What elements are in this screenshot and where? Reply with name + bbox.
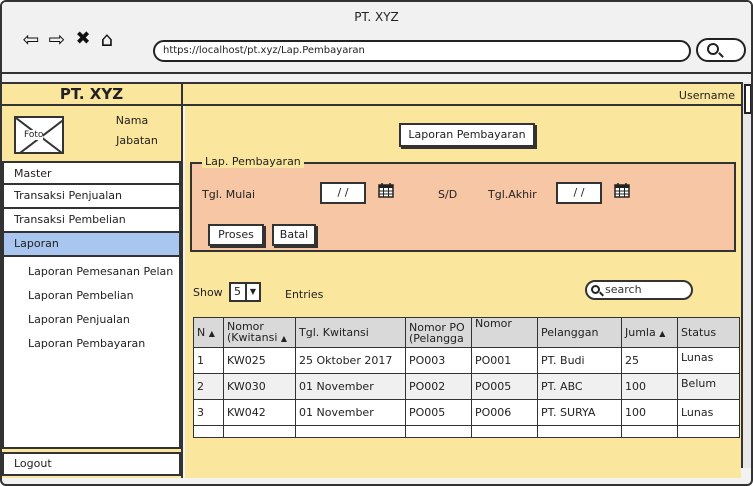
table-cell: 01 November [295, 399, 406, 426]
table-cell: Lunas [677, 399, 740, 426]
entries-select[interactable]: 5 ▼ [229, 282, 261, 302]
table-cell: PT. Budi [537, 347, 622, 374]
table-cell: 01 November [295, 373, 406, 400]
table-cell: 2 [193, 373, 224, 400]
entries-select-value: 5 [234, 285, 241, 298]
show-label: Show [193, 286, 223, 299]
table-cell: KW042 [223, 399, 296, 426]
browser-search-button[interactable] [696, 38, 746, 62]
sidebar-subitem-laporan-penjualan[interactable]: Laporan Penjualan [4, 309, 179, 333]
sidebar: Foto Nama Jabatan Master Transaksi Penju… [2, 106, 183, 478]
table-cell: PO003 [405, 347, 472, 374]
search-placeholder: search [605, 283, 642, 296]
table-cell: PT. SURYA [537, 399, 622, 426]
date-separator: S/D [438, 188, 458, 201]
table-cell: PO005 [405, 399, 472, 426]
app-header: PT. XYZ Username [2, 82, 741, 106]
table-cell: PO006 [471, 399, 538, 426]
logout-button[interactable]: Logout [2, 452, 181, 476]
column-header[interactable]: Status [677, 317, 740, 348]
brand-logo: PT. XYZ [2, 84, 183, 104]
calendar-icon[interactable] [378, 182, 394, 198]
end-date-input[interactable]: / / [556, 182, 602, 204]
table-header-row: N ▲ Nomor (Kwitansi ▲ Tgl. Kwitansi Nomo… [193, 317, 740, 348]
table-cell: Lunas [677, 347, 740, 374]
column-header[interactable]: Nomor (Kwitansi ▲ [223, 317, 296, 348]
payments-table: N ▲ Nomor (Kwitansi ▲ Tgl. Kwitansi Nomo… [193, 317, 740, 438]
sidebar-subitem-laporan-pemesanan[interactable]: Laporan Pemesanan Pelan [4, 261, 179, 285]
table-row[interactable]: 1 KW025 25 Oktober 2017 PO003 PO001 PT. … [193, 347, 740, 374]
table-row[interactable]: 2 KW030 01 November PO002 PO005 PT. ABC … [193, 373, 740, 400]
window-title: PT. XYZ [354, 10, 399, 24]
sidebar-subitem-laporan-pembelian[interactable]: Laporan Pembelian [4, 285, 179, 309]
table-cell: PO001 [471, 347, 538, 374]
forward-icon[interactable]: ⇨ [46, 28, 68, 50]
table-cell: PT. ABC [537, 373, 622, 400]
home-icon[interactable]: ⌂ [96, 28, 118, 50]
column-header[interactable]: Nomor [471, 317, 538, 348]
table-cell: KW030 [223, 373, 296, 400]
calendar-icon[interactable] [614, 182, 630, 198]
table-cell: 3 [193, 399, 224, 426]
chevron-down-icon: ▼ [245, 284, 259, 300]
process-button[interactable]: Proses [208, 224, 264, 246]
table-cell: KW025 [223, 347, 296, 374]
table-row[interactable]: 3 KW042 01 November PO005 PO006 PT. SURY… [193, 399, 740, 426]
table-empty-row [193, 425, 740, 438]
table-cell: Belum [677, 373, 740, 400]
sidebar-item-transaksi-penjualan[interactable]: Transaksi Penjualan [2, 185, 181, 209]
start-date-label: Tgl. Mulai [202, 188, 256, 201]
table-cell: 100 [621, 373, 678, 400]
filter-fieldset: Lap. Pembayaran Tgl. Mulai / / S/D Tgl.A… [190, 155, 736, 252]
end-date-label: Tgl.Akhir [488, 188, 537, 201]
profile-name: Nama [115, 114, 149, 127]
profile-photo: Foto [14, 116, 64, 154]
search-icon [707, 43, 719, 55]
vertical-scrollbar[interactable] [741, 82, 751, 468]
username-link[interactable]: Username [679, 89, 735, 102]
table-cell: PO002 [405, 373, 472, 400]
sidebar-menu: Master Transaksi Penjualan Transaksi Pem… [2, 161, 181, 449]
entries-label: Entries [285, 288, 324, 301]
scrollbar-thumb[interactable] [744, 84, 751, 114]
sidebar-item-master[interactable]: Master [2, 161, 181, 185]
browser-window: PT. XYZ ⇦ ⇨ ✖ ⌂ https://localhost/pt.xyz… [0, 0, 753, 486]
fieldset-legend: Lap. Pembayaran [202, 155, 304, 168]
column-header[interactable]: N ▲ [193, 317, 224, 348]
main-content: Laporan Pembayaran Lap. Pembayaran Tgl. … [185, 106, 741, 478]
browser-toolbar: PT. XYZ ⇦ ⇨ ✖ ⌂ https://localhost/pt.xyz… [2, 2, 751, 74]
table-cell: 1 [193, 347, 224, 374]
back-icon[interactable]: ⇦ [20, 28, 42, 50]
table-cell: 100 [621, 399, 678, 426]
sidebar-subitem-laporan-pembayaran[interactable]: Laporan Pembayaran [4, 333, 179, 357]
sidebar-item-laporan[interactable]: Laporan [2, 233, 181, 257]
table-cell: 25 Oktober 2017 [295, 347, 406, 374]
column-header[interactable]: Nomor PO (Pelangga [405, 317, 472, 348]
cancel-button[interactable]: Batal [272, 224, 316, 246]
table-cell: PO005 [471, 373, 538, 400]
start-date-input[interactable]: / / [320, 182, 366, 204]
sidebar-item-transaksi-pembelian[interactable]: Transaksi Pembelian [2, 209, 181, 233]
search-input[interactable]: search [585, 280, 693, 300]
close-icon[interactable]: ✖ [72, 28, 94, 50]
laporan-submenu: Laporan Pemesanan Pelan Laporan Pembelia… [2, 257, 181, 449]
column-header[interactable]: Tgl. Kwitansi [295, 317, 406, 348]
photo-label: Foto [24, 130, 44, 140]
profile-title: Jabatan [116, 134, 158, 147]
report-title-button[interactable]: Laporan Pembayaran [399, 123, 535, 147]
url-bar[interactable]: https://localhost/pt.xyz/Lap.Pembayaran [153, 40, 691, 62]
table-cell: 25 [621, 347, 678, 374]
search-icon [591, 285, 600, 294]
column-header[interactable]: Pelanggan [537, 317, 622, 348]
column-header[interactable]: Jumla ▲ [621, 317, 678, 348]
